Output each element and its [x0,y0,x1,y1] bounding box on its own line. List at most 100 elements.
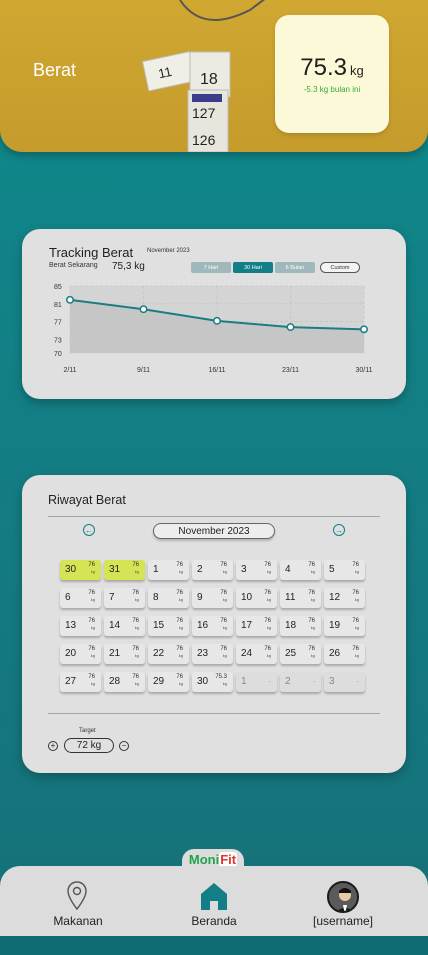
calendar-day[interactable]: 26 76 kg [324,644,365,664]
day-number: 11 [285,592,296,603]
calendar-day[interactable]: 19 76 kg [324,616,365,636]
current-weight: 75.3 kg [300,54,363,82]
calendar-day[interactable]: 4 76 kg [280,560,321,580]
day-number: 6 [65,592,71,603]
calendar-day[interactable]: 30 76 kg [60,560,101,580]
day-unit: kg [178,569,183,574]
calendar-day[interactable]: 5 76 kg [324,560,365,580]
arrow-left-circle-icon[interactable]: ← [83,524,95,536]
calendar-day[interactable]: 7 76 kg [104,588,145,608]
calendar-day[interactable]: 25 76 kg [280,644,321,664]
calendar-day[interactable]: 1- [236,672,277,692]
day-number: 1 [241,676,247,687]
day-unit: kg [354,569,359,574]
y-tick-label: 85 [54,284,62,291]
calendar-day[interactable]: 31 76 kg [104,560,145,580]
day-unit: kg [266,625,271,630]
nav-beranda[interactable]: Beranda [164,914,264,928]
day-unit: kg [90,653,95,658]
calendar-day[interactable]: 21 76 kg [104,644,145,664]
day-number: 20 [65,648,77,659]
calendar-day[interactable]: 17 76 kg [236,616,277,636]
day-weight: 76 [308,590,315,596]
day-number: 7 [109,592,115,603]
day-weight: - [313,679,315,685]
target-value[interactable]: 72 kg [64,738,114,753]
calendar-day[interactable]: 9 76 kg [192,588,233,608]
calendar-day[interactable]: 28 76 kg [104,672,145,692]
calendar-day[interactable]: 23 76 kg [192,644,233,664]
decrease-target-button[interactable]: − [119,741,129,751]
calendar-day[interactable]: 15 76 kg [148,616,189,636]
x-tick-label: 16/11 [209,367,226,374]
calendar-day[interactable]: 11 76 kg [280,588,321,608]
calendar-day[interactable]: 3 76 kg [236,560,277,580]
divider [48,516,380,517]
day-unit: kg [178,597,183,602]
y-tick-label: 70 [54,351,62,358]
nav-username[interactable]: [username] [293,914,393,928]
target-label: Target [79,728,96,734]
measuring-tape-image: 11 18 127 126 [141,0,265,152]
calendar-day[interactable]: 8 76 kg [148,588,189,608]
day-number: 14 [109,620,121,631]
day-number: 12 [329,592,341,603]
day-number: 8 [153,592,159,603]
y-tick-label: 73 [54,338,62,345]
calendar-day[interactable]: 13 76 kg [60,616,101,636]
day-weight: 76 [264,646,271,652]
day-weight: 76 [176,674,183,680]
home-icon[interactable] [199,881,229,911]
day-unit: kg [134,597,139,602]
calendar-day[interactable]: 2- [280,672,321,692]
header-banner: Berat 11 18 127 126 75.3 kg -5.3 kg bulan… [0,0,428,152]
day-unit: kg [178,653,183,658]
calendar-day[interactable]: 30 75.3 kg [192,672,233,692]
day-unit: kg [134,681,139,686]
day-weight: 76 [352,562,359,568]
day-weight: 76 [88,646,95,652]
nav-makanan[interactable]: Makanan [28,914,128,928]
calendar-day[interactable]: 22 76 kg [148,644,189,664]
day-weight: 76 [176,590,183,596]
calendar-day[interactable]: 14 76 kg [104,616,145,636]
day-unit: kg [90,569,95,574]
day-number: 2 [197,564,203,575]
calendar-day[interactable]: 2 76 kg [192,560,233,580]
day-unit: kg [222,625,227,630]
calendar-day[interactable]: 1 76 kg [148,560,189,580]
day-number: 22 [153,648,165,659]
location-pin-icon[interactable] [66,881,88,911]
increase-target-button[interactable]: + [48,741,58,751]
day-number: 5 [329,564,335,575]
calendar-day[interactable]: 6 76 kg [60,588,101,608]
day-number: 27 [65,676,77,687]
calendar-day[interactable]: 24 76 kg [236,644,277,664]
calendar-day[interactable]: 16 76 kg [192,616,233,636]
calendar-day[interactable]: 18 76 kg [280,616,321,636]
calendar-day[interactable]: 12 76 kg [324,588,365,608]
day-weight: - [357,679,359,685]
calendar-day[interactable]: 3- [324,672,365,692]
day-number: 1 [153,564,159,575]
weight-line-chart: 85 81 77 73 70 2/11 9/11 16/11 23/11 30/11 [54,284,373,374]
arrow-right-circle-icon[interactable]: → [333,524,345,536]
calendar-day[interactable]: 10 76 kg [236,588,277,608]
day-unit: kg [354,597,359,602]
calendar-day[interactable]: 27 76 kg [60,672,101,692]
day-unit: kg [354,653,359,658]
day-weight: 76 [132,646,139,652]
day-weight: 76 [220,562,227,568]
day-number: 10 [241,592,253,603]
calendar-day[interactable]: 20 76 kg [60,644,101,664]
divider [48,713,380,714]
y-tick-label: 81 [54,302,62,309]
day-unit: kg [178,681,183,686]
day-number: 30 [65,564,77,575]
day-number: 13 [65,620,77,631]
month-selector[interactable]: November 2023 [153,523,275,539]
day-number: 18 [285,620,297,631]
calendar-day[interactable]: 29 76 kg [148,672,189,692]
avatar[interactable] [327,881,359,913]
day-unit: kg [266,569,271,574]
